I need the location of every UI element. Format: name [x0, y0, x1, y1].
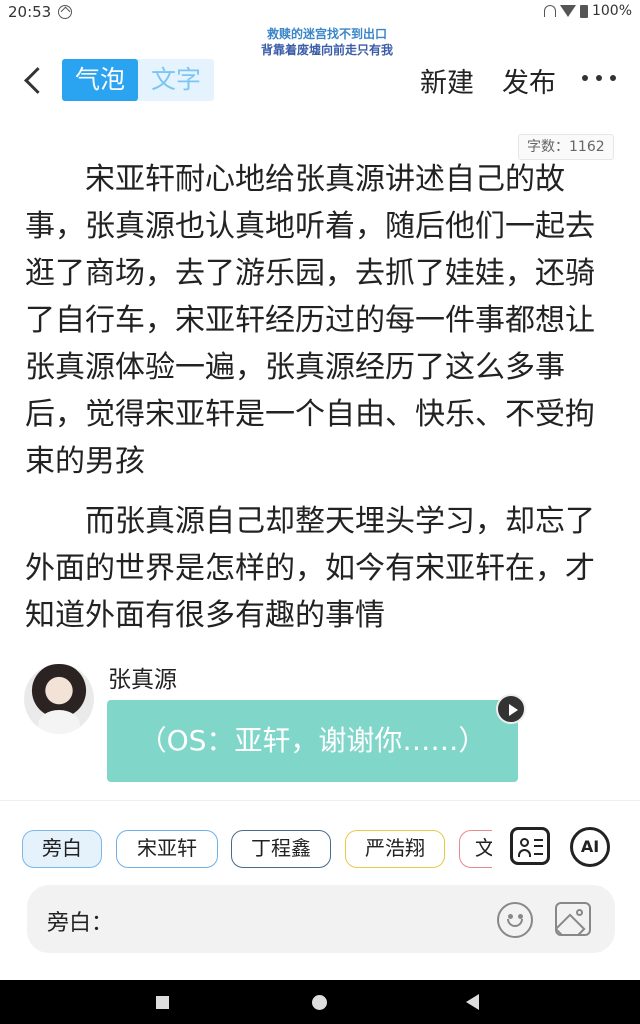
battery-level: 100%	[591, 3, 632, 19]
nav-back-icon[interactable]	[466, 994, 479, 1010]
home-icon[interactable]	[312, 995, 327, 1010]
role-chip-partial[interactable]: 文	[459, 830, 492, 868]
emoji-icon[interactable]	[497, 902, 533, 938]
tab-bubble[interactable]: 气泡	[62, 59, 138, 101]
system-nav-bar	[0, 980, 640, 1024]
status-time: 20:53	[8, 3, 52, 21]
image-icon[interactable]	[555, 902, 591, 936]
story-paragraph: 宋亚轩耐心地给张真源讲述自己的故事，张真源也认真地听着，随后他们一起去逛了商场，…	[25, 156, 615, 485]
lyric-line-1: 救赎的迷宫找不到出口	[266, 27, 387, 41]
back-arrow-icon[interactable]	[20, 63, 46, 97]
input-role-label: 旁白：	[47, 911, 114, 936]
mode-segmented-control: 气泡 文字	[62, 59, 214, 101]
wifi-icon	[559, 5, 576, 17]
ai-button[interactable]: AI	[570, 827, 610, 867]
role-chip-song-yaxuan[interactable]: 宋亚轩	[116, 830, 218, 868]
new-button[interactable]: 新建	[420, 61, 474, 100]
speech-bubble[interactable]: （OS：亚轩，谢谢你……）	[107, 700, 518, 782]
role-chip-row[interactable]: 旁白 宋亚轩 丁程鑫 严浩翔 文	[22, 830, 492, 868]
role-chip-ding-chengxin[interactable]: 丁程鑫	[231, 830, 331, 868]
app-notification-icon	[58, 5, 72, 19]
battery-icon	[579, 4, 588, 18]
story-paragraph: 而张真源自己却整天埋头学习，却忘了外面的世界是怎样的，如今有宋亚轩在，才知道外面…	[25, 498, 615, 639]
status-indicators: 100%	[543, 3, 632, 19]
top-app-bar: 气泡 文字 新建 发布	[0, 55, 640, 105]
message-input[interactable]: 旁白：	[27, 885, 615, 953]
story-content[interactable]: 字数：1162 宋亚轩耐心地给张真源讲述自己的故事，张真源也认真地听着，随后他们…	[0, 108, 640, 798]
more-options-icon[interactable]	[582, 73, 616, 83]
chat-message[interactable]: 张真源 （OS：亚轩，谢谢你……）	[0, 660, 640, 790]
tab-text[interactable]: 文字	[138, 59, 214, 101]
paragraph-2-text: 而张真源自己却整天埋头学习，却忘了外面的世界是怎样的，如今有宋亚轩在，才知道外面…	[25, 504, 595, 633]
publish-button[interactable]: 发布	[502, 61, 556, 100]
role-chip-yan-haoxiang[interactable]: 严浩翔	[345, 830, 445, 868]
role-chip-narrator[interactable]: 旁白	[22, 830, 102, 868]
recents-icon[interactable]	[156, 996, 169, 1009]
play-icon[interactable]	[496, 694, 526, 724]
headset-icon	[543, 5, 556, 17]
paragraph-1-text: 宋亚轩耐心地给张真源讲述自己的故事，张真源也认真地听着，随后他们一起去逛了商场，…	[25, 162, 595, 479]
compose-panel: 旁白 宋亚轩 丁程鑫 严浩翔 文 AI 旁白：	[0, 800, 640, 980]
speaker-name: 张真源	[108, 667, 177, 693]
contact-card-icon[interactable]	[510, 827, 550, 865]
lyric-overlay: 救赎的迷宫找不到出口 背靠着废墟向前走只有我	[237, 26, 417, 58]
avatar[interactable]	[24, 664, 94, 734]
status-bar: 20:53 100%	[0, 0, 640, 26]
